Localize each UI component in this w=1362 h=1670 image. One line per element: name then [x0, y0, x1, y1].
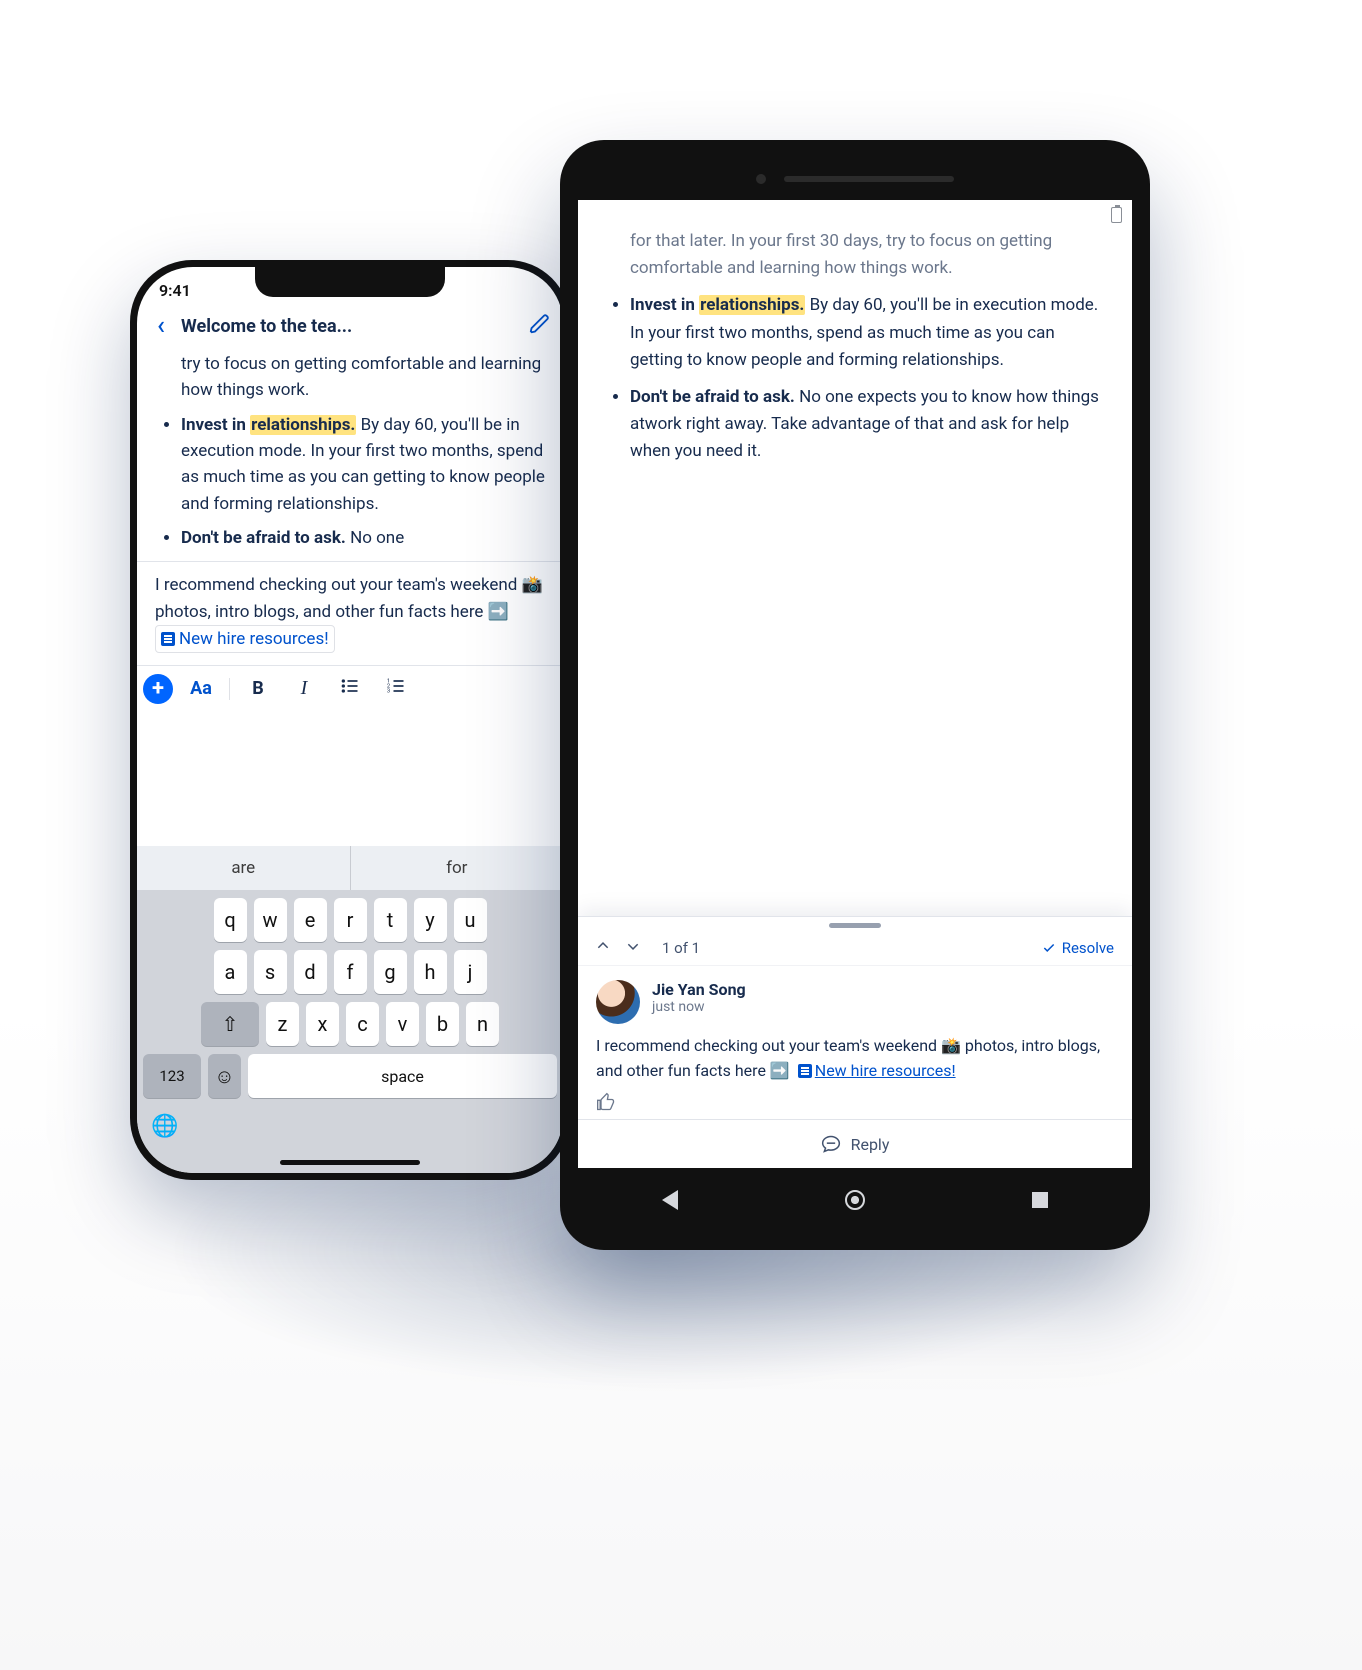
arrow-emoji: ➡️ [770, 1061, 790, 1080]
numbered-list-icon: 123 [386, 676, 406, 696]
comment-author: Jie Yan Song [652, 980, 746, 999]
insert-button[interactable]: + [143, 674, 173, 704]
key-a[interactable]: a [214, 950, 247, 994]
numbered-list-button[interactable]: 123 [378, 676, 414, 701]
next-comment-button[interactable] [626, 938, 640, 957]
chevron-up-icon [596, 939, 610, 953]
ios-home-indicator[interactable] [280, 1160, 420, 1165]
page-title: Welcome to the tea... [181, 316, 521, 337]
doc-icon [161, 632, 175, 646]
doc-bullet: Invest in relationships. By day 60, you'… [181, 412, 545, 517]
android-status-bar [578, 200, 1132, 226]
page-link[interactable]: New hire resources! [815, 1061, 956, 1080]
doc-paragraph: try to focus on getting comfortable and … [155, 351, 545, 404]
pencil-icon [529, 313, 551, 335]
key-v[interactable]: v [386, 1002, 419, 1046]
key-w[interactable]: w [254, 898, 287, 942]
key-r[interactable]: r [334, 898, 367, 942]
comment-sheet: 1 of 1 Resolve Jie Yan Song just now I r… [578, 916, 1132, 1168]
keyboard-suggestions[interactable]: are for [137, 846, 563, 890]
shift-key[interactable]: ⇧ [201, 1002, 259, 1046]
globe-key[interactable]: 🌐 [137, 1106, 563, 1139]
ios-keyboard[interactable]: are for q w e r t y u a s d f g [137, 846, 563, 1173]
android-device: for that later. In your first 30 days, t… [560, 140, 1150, 1250]
highlighted-text[interactable]: relationships. [250, 415, 356, 435]
key-j[interactable]: j [454, 950, 487, 994]
comment-item: Jie Yan Song just now [578, 966, 1132, 1028]
battery-icon [1111, 207, 1122, 223]
camera-icon [756, 174, 766, 184]
bullet-list-icon [340, 676, 360, 696]
arrow-emoji: ➡️ [488, 602, 509, 622]
android-bezel-top [578, 158, 1132, 200]
chevron-down-icon [626, 939, 640, 953]
page-header: ‹ Welcome to the tea... [137, 305, 563, 351]
key-n[interactable]: n [466, 1002, 499, 1046]
key-d[interactable]: d [294, 950, 327, 994]
doc-bullet: Don't be afraid to ask. No one expects y… [630, 384, 1104, 466]
prev-comment-button[interactable] [596, 938, 610, 957]
key-e[interactable]: e [294, 898, 327, 942]
resolve-button[interactable]: Resolve [1042, 939, 1114, 957]
doc-bullet: Invest in relationships. By day 60, you'… [630, 292, 1104, 374]
key-z[interactable]: z [266, 1002, 299, 1046]
key-q[interactable]: q [214, 898, 247, 942]
highlighted-text[interactable]: relationships. [699, 295, 805, 315]
doc-paragraph-cut: for that later. In your first 30 days, t… [606, 228, 1104, 282]
key-f[interactable]: f [334, 950, 367, 994]
doc-bullet: Don't be afraid to ask. No one [181, 525, 545, 551]
suggestion[interactable]: for [351, 846, 564, 890]
key-b[interactable]: b [426, 1002, 459, 1046]
bold-button[interactable]: B [240, 678, 276, 699]
key-x[interactable]: x [306, 1002, 339, 1046]
inline-comment-preview[interactable]: I recommend checking out your team's wee… [137, 562, 563, 664]
speaker-grille [784, 176, 954, 182]
key-u[interactable]: u [454, 898, 487, 942]
doc-icon [798, 1064, 812, 1078]
check-icon [1042, 941, 1056, 955]
editor-toolbar: + Aa B I 123 [137, 665, 563, 712]
thumbs-up-icon [596, 1092, 616, 1112]
like-button[interactable] [578, 1084, 1132, 1119]
comment-timestamp: just now [652, 999, 746, 1015]
edit-button[interactable] [529, 313, 551, 339]
comment-counter: 1 of 1 [662, 939, 700, 957]
bullet-list-button[interactable] [332, 676, 368, 701]
reply-icon [821, 1134, 841, 1154]
key-s[interactable]: s [254, 950, 287, 994]
android-recents-button[interactable] [1032, 1192, 1048, 1208]
space-key[interactable]: space [248, 1054, 557, 1098]
numbers-key[interactable]: 123 [143, 1054, 201, 1098]
sheet-drag-handle[interactable] [829, 923, 881, 928]
ios-clock: 9:41 [159, 281, 191, 300]
key-h[interactable]: h [414, 950, 447, 994]
android-nav-bar [578, 1168, 1132, 1232]
android-back-button[interactable] [662, 1190, 678, 1210]
document-body[interactable]: for that later. In your first 30 days, t… [578, 226, 1132, 490]
iphone-notch [255, 267, 445, 297]
page-link-chip[interactable]: New hire resources! [155, 625, 335, 653]
document-body[interactable]: try to focus on getting comfortable and … [137, 351, 563, 551]
key-y[interactable]: y [414, 898, 447, 942]
android-home-button[interactable] [845, 1190, 865, 1210]
text-style-button[interactable]: Aa [183, 678, 219, 699]
emoji-key[interactable]: ☺ [208, 1054, 241, 1098]
key-t[interactable]: t [374, 898, 407, 942]
italic-button[interactable]: I [286, 677, 322, 700]
back-button[interactable]: ‹ [149, 311, 173, 341]
camera-emoji: 📸 [522, 575, 543, 595]
svg-text:3: 3 [387, 689, 390, 695]
avatar[interactable] [596, 980, 640, 1024]
key-c[interactable]: c [346, 1002, 379, 1046]
camera-emoji: 📸 [941, 1036, 961, 1055]
key-g[interactable]: g [374, 950, 407, 994]
iphone-device: 9:41 ‹ Welcome to the tea... try to focu… [130, 260, 570, 1180]
suggestion[interactable]: are [137, 846, 351, 890]
reply-button[interactable]: Reply [578, 1119, 1132, 1168]
comment-body: I recommend checking out your team's wee… [578, 1028, 1132, 1084]
